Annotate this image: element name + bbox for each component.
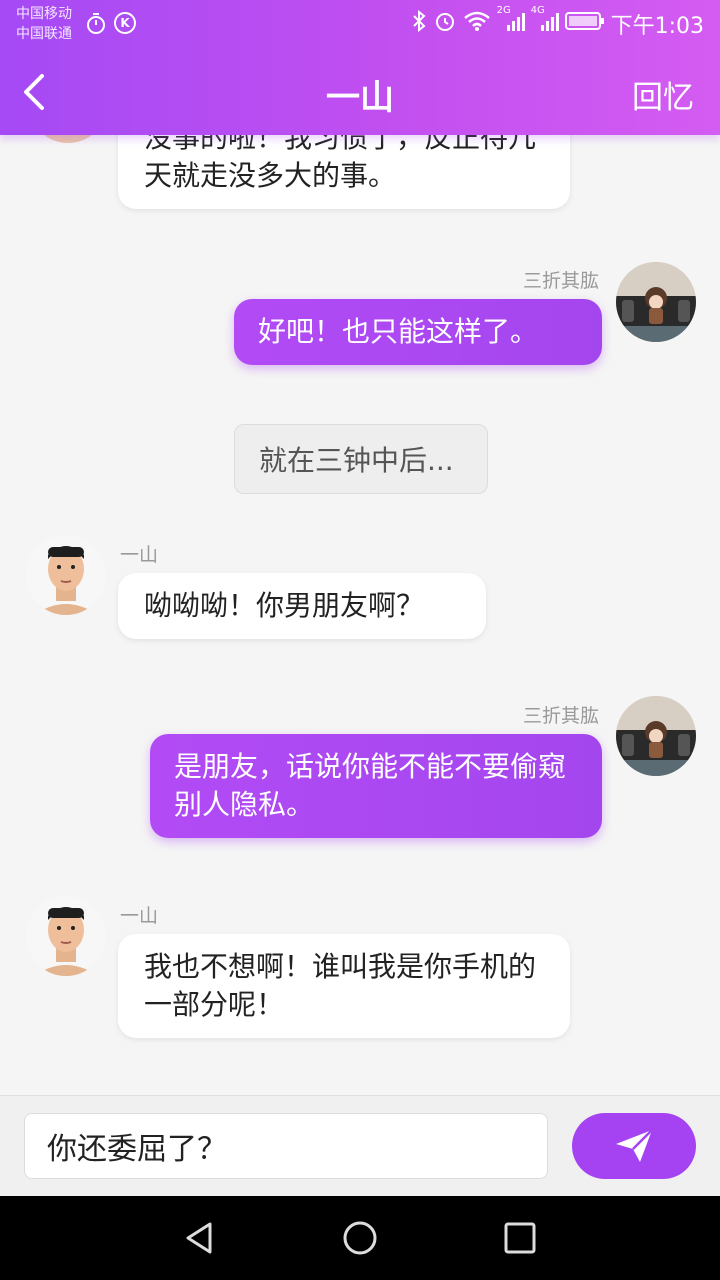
message-bubble-outgoing[interactable]: 好吧！也只能这样了。 [234, 299, 602, 365]
carrier-1: 中国移动 [16, 6, 72, 22]
timer-icon [86, 12, 106, 40]
input-bar [0, 1095, 720, 1196]
avatar-self[interactable] [616, 696, 696, 776]
network-2g-label: 2G [496, 5, 511, 16]
status-bar: 中国移动 中国联通 K 2G 4G 下午1:03 [0, 0, 720, 48]
message-input[interactable] [24, 1113, 548, 1179]
nav-recents-button[interactable] [500, 1218, 540, 1258]
signal-2g-icon: 2G [497, 5, 525, 39]
avatar-yishan[interactable] [26, 896, 106, 976]
square-recents-icon [504, 1222, 536, 1254]
triangle-back-icon [186, 1222, 212, 1254]
message-text: 是朋友，话说你能不能不要偷窥别人隐私。 [174, 750, 567, 821]
status-time: 下午1:03 [610, 14, 704, 39]
yishan-avatar-image [26, 896, 106, 976]
battery-icon [564, 10, 605, 38]
yishan-avatar-image [26, 535, 106, 615]
sender-name: 三折其肱 [522, 270, 599, 292]
send-icon [616, 1129, 653, 1162]
top-bar: 中国移动 中国联通 K 2G 4G 下午1:03 一山 回忆 [0, 0, 720, 135]
sender-name: 三折其肱 [522, 705, 599, 727]
bluetooth-icon [411, 9, 427, 39]
circle-home-icon [343, 1221, 377, 1255]
system-notice-text: 就在三钟中后... [259, 444, 454, 477]
avatar-yishan[interactable] [26, 535, 106, 615]
message-bubble-incoming[interactable]: 没事的啦！我习惯了，反正待几天就走没多大的事。 [118, 135, 570, 209]
system-notice: 就在三钟中后... [234, 424, 488, 494]
signal-4g-icon: 4G [531, 5, 559, 39]
status-right: 2G 4G 下午1:03 [411, 5, 704, 40]
message-text: 呦呦呦！你男朋友啊？ [144, 589, 425, 622]
message-bubble-outgoing[interactable]: 是朋友，话说你能不能不要偷窥别人隐私。 [150, 734, 602, 838]
message-bubble-incoming[interactable]: 呦呦呦！你男朋友啊？ [118, 573, 486, 639]
system-navigation-bar [0, 1196, 720, 1280]
self-avatar-image [616, 696, 696, 776]
message-text: 没事的啦！我习惯了，反正待几天就走没多大的事。 [144, 135, 537, 192]
sender-name: 一山 [120, 905, 159, 927]
avatar-yishan-partial [28, 135, 108, 143]
memories-button[interactable]: 回忆 [632, 72, 694, 117]
avatar-self[interactable] [616, 262, 696, 342]
carrier-2: 中国联通 [16, 26, 72, 42]
nav-bar: 一山 回忆 [0, 48, 720, 135]
message-text: 我也不想啊！谁叫我是你手机的一部分呢！ [144, 950, 537, 1021]
message-text: 好吧！也只能这样了。 [258, 315, 539, 348]
sender-name: 一山 [120, 544, 159, 566]
network-4g-label: 4G [530, 5, 545, 16]
chat-title: 一山 [326, 78, 394, 118]
chat-area[interactable]: 没事的啦！我习惯了，反正待几天就走没多大的事。 三折其肱 好吧！也只能这样了。 … [0, 135, 720, 1095]
nav-back-button[interactable] [180, 1218, 220, 1258]
self-avatar-image [616, 262, 696, 342]
k-app-icon: K [114, 12, 136, 34]
carrier-info: 中国移动 中国联通 [16, 4, 72, 44]
status-left-icons: K [86, 12, 136, 40]
wifi-icon [463, 10, 491, 38]
send-button[interactable] [572, 1113, 696, 1179]
alarm-icon [433, 9, 457, 39]
message-bubble-incoming[interactable]: 我也不想啊！谁叫我是你手机的一部分呢！ [118, 934, 570, 1038]
nav-home-button[interactable] [340, 1218, 380, 1258]
